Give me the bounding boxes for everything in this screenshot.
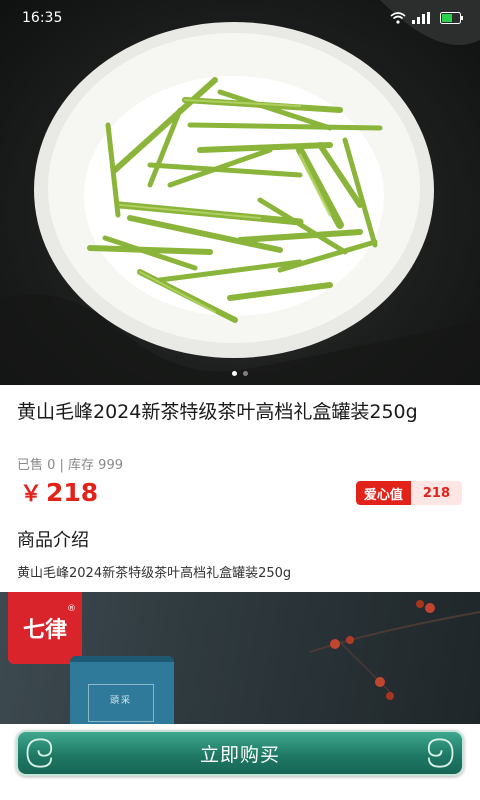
signal-icon xyxy=(412,12,430,24)
love-value-badge: 爱心值 218 xyxy=(355,481,462,505)
status-time: 16:35 xyxy=(22,10,63,26)
wifi-icon xyxy=(390,12,406,24)
currency-symbol: ￥ xyxy=(20,482,43,507)
brand-logo-text: 七律 xyxy=(22,618,67,643)
section-heading: 商品介绍 xyxy=(17,530,89,551)
buy-now-button[interactable]: 立即购买 xyxy=(16,730,464,776)
gallery-dot[interactable] xyxy=(232,371,237,376)
gallery-dot[interactable] xyxy=(243,371,248,376)
tea-tin-image: 頭采 xyxy=(70,656,174,730)
product-gallery[interactable]: 16:35 xyxy=(0,0,480,385)
brand-logo: 七律 ® xyxy=(8,592,82,664)
product-description: 黄山毛峰2024新茶特级茶叶高档礼盒罐装250g xyxy=(17,566,292,581)
flower-branch-decoration xyxy=(309,600,480,700)
buy-now-label: 立即购买 xyxy=(199,743,280,766)
ornament-right-icon xyxy=(427,738,454,768)
love-value-amount: 218 xyxy=(410,481,462,505)
product-detail-image: 七律 ® 頭采 xyxy=(0,592,480,730)
battery-icon xyxy=(440,12,463,24)
sales-stock-text: 已售 0 | 库存 999 xyxy=(17,458,123,473)
gallery-indicator xyxy=(0,371,480,376)
product-image xyxy=(0,0,480,385)
tin-label: 頭采 xyxy=(88,684,154,722)
ornament-left-icon xyxy=(26,738,53,768)
status-bar: 16:35 xyxy=(0,0,480,36)
product-title: 黄山毛峰2024新茶特级茶叶高档礼盒罐装250g xyxy=(17,401,418,423)
product-price: ￥ 218 xyxy=(20,476,98,508)
price-value: 218 xyxy=(46,478,99,507)
status-icons xyxy=(390,12,464,24)
love-value-label: 爱心值 xyxy=(355,481,411,505)
